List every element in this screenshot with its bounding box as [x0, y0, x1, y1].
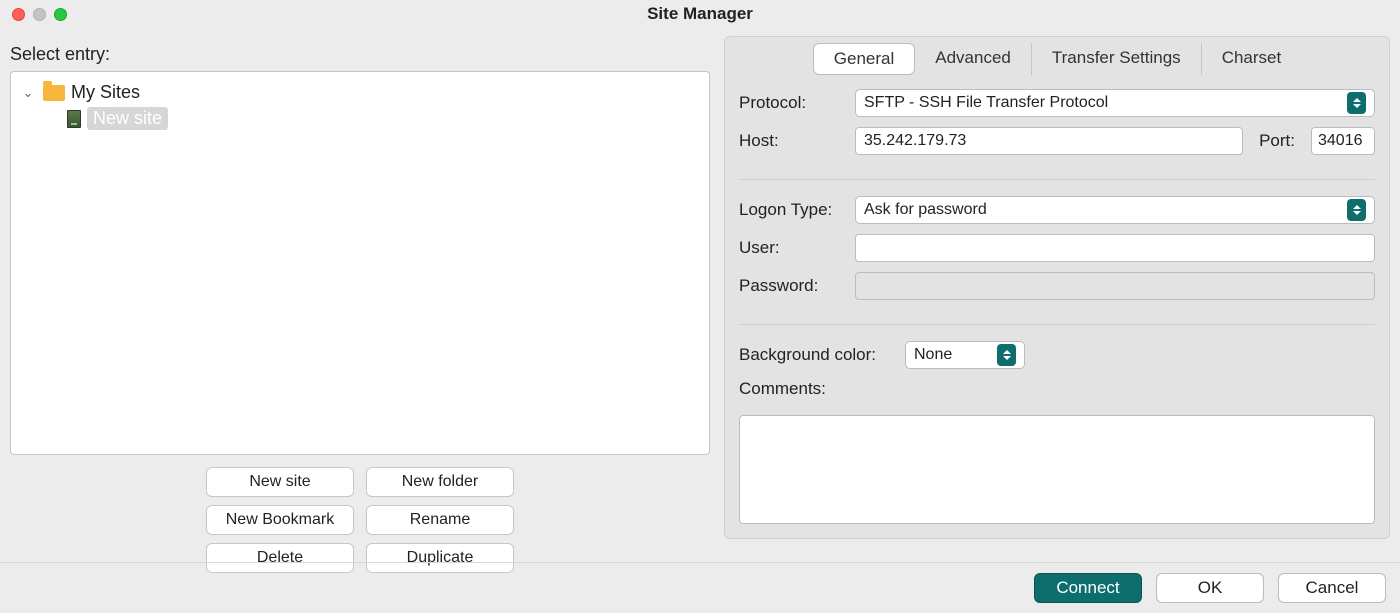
site-tree[interactable]: ⌄ My Sites New site [10, 71, 710, 455]
password-input[interactable] [855, 272, 1375, 300]
comments-label: Comments: [739, 379, 1375, 399]
host-input[interactable]: 35.242.179.73 [855, 127, 1243, 155]
protocol-value: SFTP - SSH File Transfer Protocol [864, 94, 1108, 112]
select-stepper-icon [1347, 92, 1366, 114]
background-color-label: Background color: [739, 345, 889, 365]
user-label: User: [739, 238, 839, 258]
divider [739, 179, 1375, 180]
select-stepper-icon [1347, 199, 1366, 221]
port-input[interactable]: 34016 [1311, 127, 1375, 155]
tree-root-label: My Sites [71, 82, 140, 103]
host-value: 35.242.179.73 [864, 132, 966, 150]
host-label: Host: [739, 131, 839, 151]
cancel-button[interactable]: Cancel [1278, 573, 1386, 603]
right-panel: General Advanced Transfer Settings Chars… [724, 36, 1390, 539]
protocol-label: Protocol: [739, 93, 839, 113]
tab-transfer-settings[interactable]: Transfer Settings [1032, 43, 1202, 75]
tab-charset[interactable]: Charset [1202, 43, 1302, 75]
new-folder-button[interactable]: New folder [366, 467, 514, 497]
comments-textarea[interactable] [739, 415, 1375, 524]
titlebar: Site Manager [0, 0, 1400, 28]
server-icon [67, 110, 81, 128]
left-panel: Select entry: ⌄ My Sites New site New si… [10, 34, 710, 573]
tree-root-row[interactable]: ⌄ My Sites [17, 80, 703, 105]
tree-buttons: New site New Bookmark Delete New folder … [10, 467, 710, 573]
window-title: Site Manager [0, 4, 1400, 24]
new-bookmark-button[interactable]: New Bookmark [206, 505, 354, 535]
ok-button[interactable]: OK [1156, 573, 1264, 603]
select-stepper-icon [997, 344, 1016, 366]
general-form: Protocol: SFTP - SSH File Transfer Proto… [739, 89, 1375, 524]
logon-type-value: Ask for password [864, 201, 987, 219]
settings-tabs: General Advanced Transfer Settings Chars… [739, 43, 1375, 75]
port-label: Port: [1259, 131, 1295, 151]
divider [739, 324, 1375, 325]
port-value: 34016 [1318, 132, 1363, 150]
tree-item-new-site[interactable]: New site [17, 105, 703, 132]
tree-item-label: New site [87, 107, 168, 130]
logon-type-select[interactable]: Ask for password [855, 196, 1375, 224]
rename-button[interactable]: Rename [366, 505, 514, 535]
dialog-footer: Connect OK Cancel [0, 562, 1400, 603]
select-entry-label: Select entry: [10, 34, 710, 71]
user-input[interactable] [855, 234, 1375, 262]
tab-general[interactable]: General [813, 43, 915, 75]
password-label: Password: [739, 276, 839, 296]
background-color-value: None [914, 346, 952, 364]
folder-icon [43, 85, 65, 101]
logon-type-label: Logon Type: [739, 200, 839, 220]
tab-advanced[interactable]: Advanced [915, 43, 1032, 75]
chevron-down-icon[interactable]: ⌄ [19, 85, 37, 101]
site-manager-window: Site Manager Select entry: ⌄ My Sites Ne… [0, 0, 1400, 613]
connect-button[interactable]: Connect [1034, 573, 1142, 603]
background-color-select[interactable]: None [905, 341, 1025, 369]
new-site-button[interactable]: New site [206, 467, 354, 497]
protocol-select[interactable]: SFTP - SSH File Transfer Protocol [855, 89, 1375, 117]
